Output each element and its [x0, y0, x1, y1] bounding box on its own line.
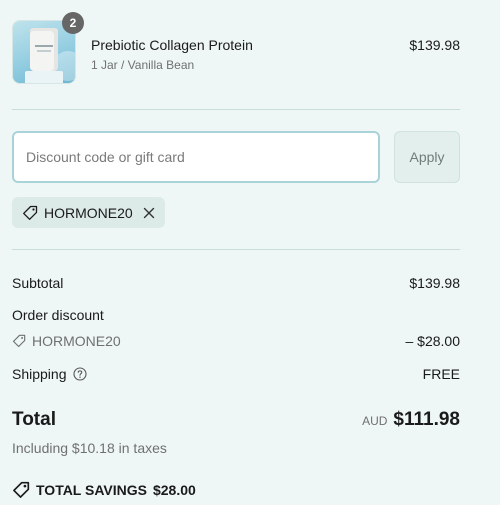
subtotal-label: Subtotal [12, 275, 64, 291]
subtotal-value: $139.98 [409, 275, 460, 291]
product-price: $139.98 [409, 37, 460, 53]
tag-icon [12, 481, 30, 499]
product-variant: 1 Jar / Vanilla Bean [91, 58, 195, 72]
shipping-row: Shipping FREE [12, 366, 460, 382]
divider [12, 109, 460, 110]
discount-code-input[interactable] [12, 131, 380, 183]
total-label: Total [12, 409, 56, 430]
tag-icon [12, 334, 26, 348]
currency-code: AUD [362, 414, 388, 428]
total-savings: TOTAL SAVINGS $28.00 [12, 481, 196, 499]
discount-amount: – $28.00 [405, 333, 461, 349]
shipping-value: FREE [422, 366, 460, 382]
discount-code-row: HORMONE20 – $28.00 [12, 333, 460, 349]
tag-icon [22, 205, 38, 221]
divider [12, 249, 460, 250]
cart-line-item: 2 Prebiotic Collagen Protein 1 Jar / Van… [12, 12, 460, 84]
savings-label: TOTAL SAVINGS [36, 482, 147, 498]
subtotal-row: Subtotal $139.98 [12, 275, 460, 291]
order-discount-label: Order discount [12, 307, 104, 323]
product-name: Prebiotic Collagen Protein [91, 37, 253, 53]
applied-discount-code: HORMONE20 [44, 204, 133, 221]
summary-discount-code: HORMONE20 [32, 333, 121, 349]
savings-value: $28.00 [152, 482, 196, 498]
applied-discount-chip: HORMONE20 [12, 197, 165, 228]
shipping-label: Shipping [12, 366, 67, 382]
total-amount-group: AUD $111.98 [362, 409, 460, 431]
order-discount-row: Order discount [12, 307, 460, 323]
total-value: $111.98 [393, 409, 460, 430]
question-circle-icon[interactable] [72, 367, 87, 381]
apply-button[interactable]: Apply [394, 131, 460, 183]
quantity-badge: 2 [62, 12, 84, 34]
close-icon[interactable] [143, 207, 155, 219]
tax-note: Including $10.18 in taxes [12, 440, 167, 456]
